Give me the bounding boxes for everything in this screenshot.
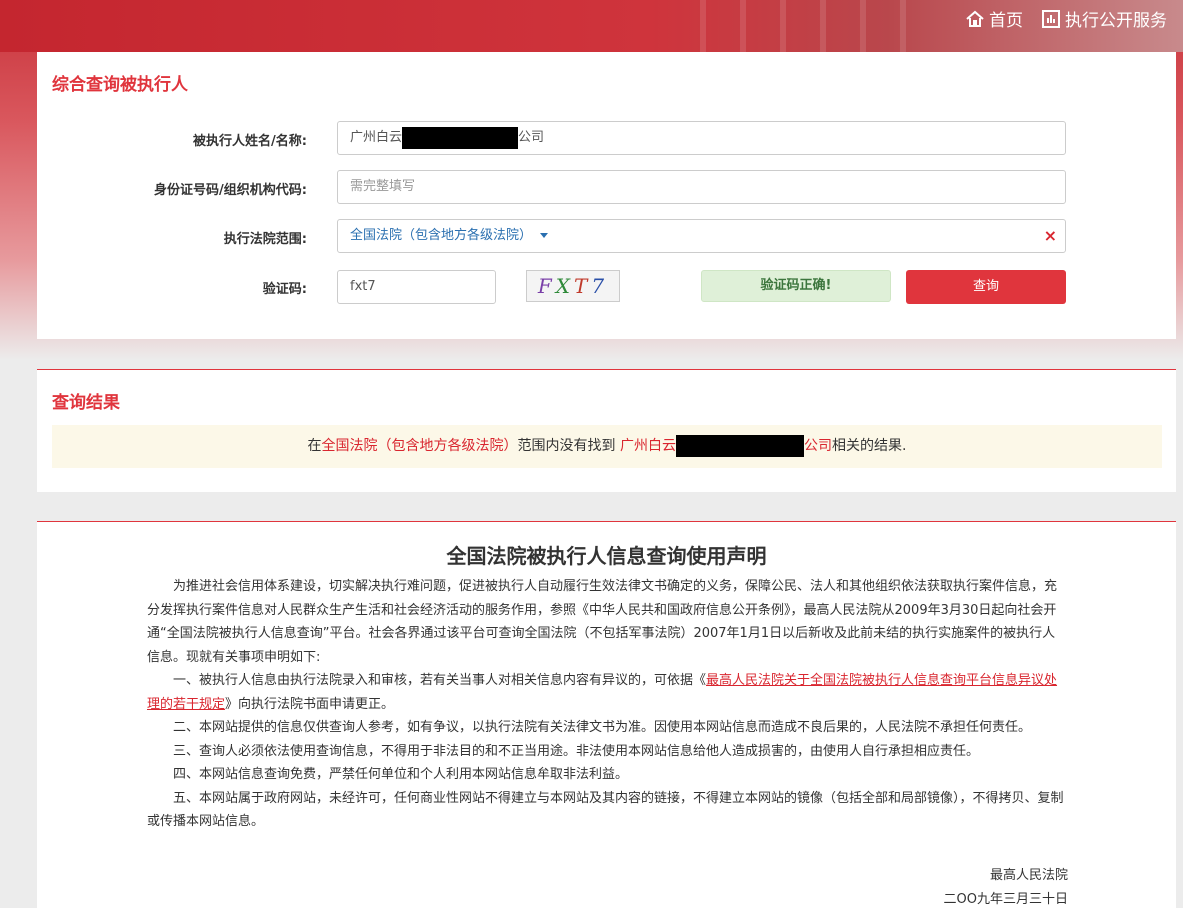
home-icon (966, 10, 984, 27)
clear-icon[interactable]: × (1044, 220, 1057, 252)
notice-title: 全国法院被执行人信息查询使用声明 (446, 544, 767, 568)
notice-paragraph: 一、被执行人信息由执行法院录入和审核，若有关当事人对相关信息内容有异议的，可依据… (147, 669, 1067, 716)
captcha-char: F (537, 274, 556, 298)
result-text: 范围内没有找到 (517, 438, 620, 454)
chart-icon (1042, 9, 1060, 28)
notice-text: 》向执行法院书面申请更正。 (225, 696, 395, 712)
redaction-bar (402, 126, 519, 149)
chevron-down-icon (540, 233, 549, 238)
signature-org: 最高人民法院 (989, 868, 1068, 883)
notice-text: 一、被执行人信息由执行法院录入和审核，若有关当事人对相关信息内容有异议的，可依据… (173, 673, 707, 688)
court-select[interactable]: 全国法院（包含地方各级法院） × (337, 219, 1066, 253)
result-panel: 查询结果 在全国法院（包含地方各级法院）范围内没有找到 广州白云 公司相关的结果. (37, 369, 1176, 492)
result-message: 在全国法院（包含地方各级法院）范围内没有找到 广州白云 公司相关的结果. (52, 425, 1162, 468)
captcha-label: 验证码: (262, 282, 307, 297)
result-name-prefix: 广州白云 (620, 438, 676, 454)
court-label: 执行法院范围: (223, 232, 307, 247)
name-suffix: 公司 (518, 130, 545, 145)
search-panel: 综合查询被执行人 被执行人姓名/名称: 广州白云 公司 身份证号码/组织机构代码:… (37, 52, 1176, 339)
notice-paragraph: 四、本网站信息查询免费，严禁任何单位和个人利用本网站信息牟取非法利益。 (173, 767, 629, 782)
result-name-suffix: 公司 (804, 438, 832, 454)
redaction-bar (676, 435, 804, 457)
id-label: 身份证号码/组织机构代码: (154, 183, 307, 198)
nav-home-label: 首页 (989, 11, 1023, 31)
notice-panel: 全国法院被执行人信息查询使用声明 为推进社会信用体系建设，切实解决执行难问题，促… (37, 521, 1176, 908)
notice-paragraph: 五、本网站属于政府网站，未经许可，任何商业性网站不得建立与本网站及其内容的链接，… (147, 790, 1064, 830)
top-nav: 首页 执行公开服务 (965, 6, 1167, 31)
court-select-value: 全国法院（包含地方各级法院） (350, 228, 533, 243)
result-title: 查询结果 (52, 393, 120, 413)
notice-body: 为推进社会信用体系建设，切实解决执行难问题，促进被执行人自动履行生效法律文书确定… (147, 575, 1067, 834)
captcha-input[interactable]: fxt7 (337, 270, 496, 304)
result-court: 全国法院（包含地方各级法院） (321, 438, 518, 454)
name-input[interactable]: 广州白云 公司 (337, 121, 1066, 155)
captcha-image[interactable]: FXT7 (526, 270, 620, 302)
notice-paragraph: 三、查询人必须依法使用查询信息，不得用于非法目的和不正当用途。非法使用本网站信息… (173, 743, 980, 759)
nav-service-label: 执行公开服务 (1065, 11, 1167, 31)
nav-service[interactable]: 执行公开服务 (1041, 6, 1167, 31)
captcha-char: T (574, 274, 592, 298)
captcha-char: X (555, 274, 575, 298)
name-prefix: 广州白云 (350, 130, 403, 145)
search-title: 综合查询被执行人 (52, 75, 188, 95)
result-text: 相关的结果. (832, 438, 907, 454)
captcha-status-badge: 验证码正确! (701, 270, 891, 302)
top-banner: 首页 执行公开服务 (0, 0, 1183, 52)
result-text: 在 (307, 438, 322, 454)
query-button[interactable]: 查询 (906, 270, 1066, 304)
name-label: 被执行人姓名/名称: (193, 134, 307, 149)
notice-paragraph: 二、本网站提供的信息仅供查询人参考，如有争议，以执行法院有关法律文书为准。因使用… (173, 720, 1032, 735)
captcha-char: 7 (591, 274, 609, 298)
notice-paragraph: 为推进社会信用体系建设，切实解决执行难问题，促进被执行人自动履行生效法律文书确定… (147, 579, 1058, 665)
nav-home[interactable]: 首页 (965, 6, 1023, 31)
id-input[interactable]: 需完整填写 (337, 170, 1066, 204)
signature-date: 二OO九年三月三十日 (943, 892, 1068, 907)
